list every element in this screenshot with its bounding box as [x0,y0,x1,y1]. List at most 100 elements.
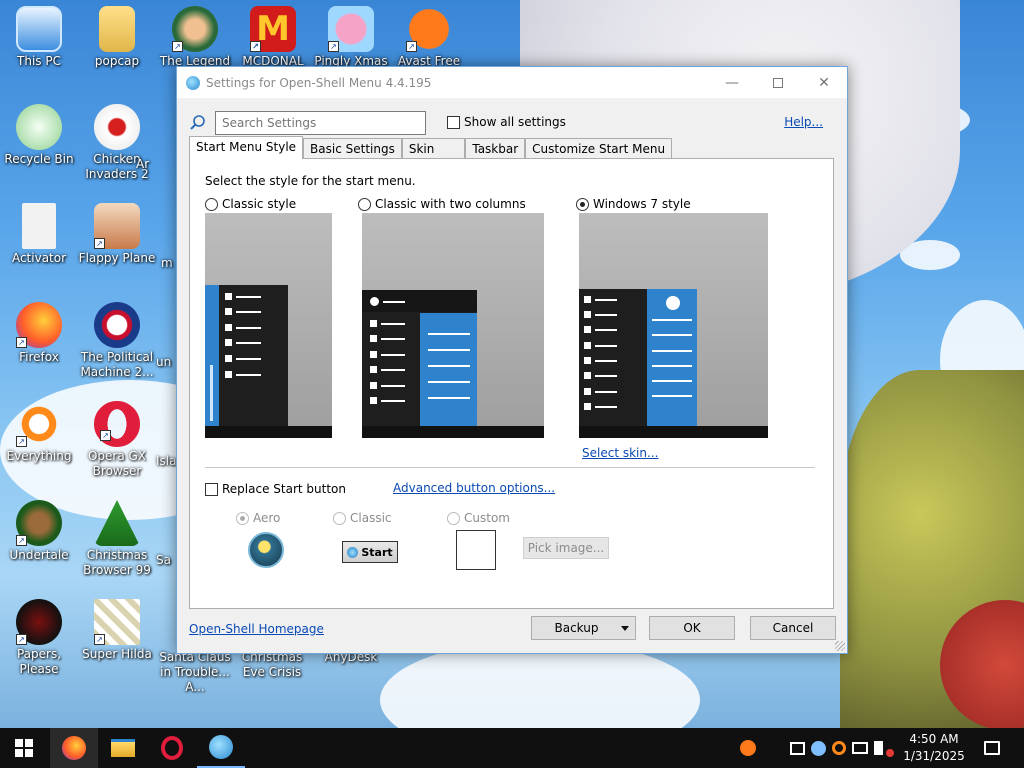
taskbar-open-shell[interactable] [197,728,245,768]
security-tray-icon[interactable] [790,741,805,755]
avast-tray-icon[interactable] [740,740,756,756]
classic-button-option[interactable]: Classic [333,511,392,525]
preview-item-bullet [584,326,591,333]
desktop-icon-recycle-bin[interactable]: Recycle Bin [0,104,79,167]
open-shell-homepage-link[interactable]: Open-Shell Homepage [189,622,324,636]
desktop-icon-the-legend[interactable]: ↗ The Legend [155,6,235,69]
volume-muted-icon[interactable] [874,741,894,757]
desktop-icon-popcap[interactable]: popcap [77,6,157,69]
settings-toolbar: Show all settings Help... [187,111,837,135]
preview-item-line [595,391,617,393]
flappy-plane-icon: ↗ [94,203,140,249]
ok-button[interactable]: OK [649,616,735,640]
windows7-style-preview[interactable] [579,213,768,438]
desktop-icon-avast[interactable]: ↗ Avast Free [389,6,469,69]
desktop-icon-firefox[interactable]: ↗ Firefox [0,302,79,365]
classic-button-radio[interactable] [333,511,346,525]
close-button[interactable]: ✕ [801,67,847,98]
taskbar-opera[interactable] [148,728,196,768]
preview-user-icon [666,296,680,310]
tab-skin[interactable]: Skin [401,138,466,159]
classic-style-preview[interactable] [205,213,332,438]
tab-customize-start-menu[interactable]: Customize Start Menu [525,138,673,159]
tab-basic-settings[interactable]: Basic Settings [303,138,402,159]
tab-start-menu-style[interactable]: Start Menu Style [189,136,304,159]
desktop-icon-everything[interactable]: ↗ Everything [0,401,79,464]
classic-style-radio[interactable] [205,197,218,211]
preview-item-line [383,301,405,303]
search-settings-input[interactable] [215,111,426,135]
desktop-icon-super-hilda[interactable]: ↗ Super Hilda [77,599,157,662]
aero-button-option[interactable]: Aero [236,511,280,525]
tab-taskbar[interactable]: Taskbar [465,138,526,159]
preview-item-bullet [225,371,232,378]
preview-item-bullet [370,320,377,327]
windows-logo-icon [15,739,33,757]
aero-button-radio[interactable] [236,511,249,525]
desktop-icon-papers-please[interactable]: ↗ Papers, Please [0,599,79,677]
desktop-icon-undertale[interactable]: ↗ Undertale [0,500,79,563]
classic-style-option[interactable]: Classic style [205,197,296,211]
preview-item-line [595,406,617,408]
preview-item-line [428,365,470,367]
desktop-icon-christmas-eve-crisis[interactable]: Christmas Eve Crisis [232,650,312,680]
desktop-icon-political-machine[interactable]: The Political Machine 2... [77,302,157,380]
desktop-icon-opera-gx[interactable]: ↗ Opera GX Browser [77,401,157,479]
preview-item-bullet [370,397,377,404]
windows7-style-radio[interactable] [576,197,589,211]
custom-button-option[interactable]: Custom [447,511,510,525]
preview-item-bullet [584,388,591,395]
preview-item-line [381,323,405,325]
notifications-button[interactable] [968,728,1016,768]
tray-icons [790,728,894,768]
show-all-settings-checkbox[interactable] [447,115,460,129]
network-tray-icon[interactable] [852,742,868,754]
desktop-icon-christmas-browser[interactable]: Christmas Browser 99 [77,500,157,578]
preview-item-line [595,345,617,347]
preview-item-line [595,360,617,362]
desktop-icon-flappy-plane[interactable]: ↗ Flappy Plane [77,203,157,266]
preview-item-line [652,319,692,321]
select-skin-link[interactable]: Select skin... [582,446,658,460]
computer-icon [16,6,62,52]
preview-item-bullet [370,351,377,358]
classic-two-columns-option[interactable]: Classic with two columns [358,197,526,211]
desktop-icon-pingly-xmas[interactable]: ↗ Pingly Xmas [311,6,391,69]
classic-two-columns-preview[interactable] [362,213,544,438]
muted-badge [886,749,894,757]
minimize-button[interactable]: — [709,67,755,98]
replace-start-button-checkbox[interactable] [205,482,218,496]
windows7-style-option[interactable]: Windows 7 style [576,197,691,211]
taskbar-file-explorer[interactable] [99,728,147,768]
start-button[interactable] [0,728,48,768]
preview-item-line [652,334,692,336]
desktop-icon-santa-claus[interactable]: Santa Claus in Trouble... A... [155,650,235,695]
classic-button-label: Classic [350,511,392,525]
preview-item-line [236,358,261,360]
start-menu-style-panel: Select the style for the start menu. Cla… [189,158,834,609]
preview-item-line [236,342,261,344]
cancel-button[interactable]: Cancel [750,616,836,640]
custom-button-radio[interactable] [447,511,460,525]
help-link[interactable]: Help... [784,115,823,129]
search-tray-icon[interactable] [832,741,846,755]
desktop-icon-activator[interactable]: Activator [0,203,79,266]
taskbar-clock[interactable]: 4:50 AM 1/31/2025 [894,731,974,765]
opera-icon [161,736,183,760]
desktop-icon-mcdonalds[interactable]: M ↗ MCDONAL [233,6,313,69]
resize-grip-icon[interactable] [835,641,845,651]
replace-start-button-label: Replace Start button [222,482,346,496]
user-tray-icon[interactable] [811,740,826,756]
show-all-settings-option[interactable]: Show all settings [447,115,566,129]
windows7-style-label: Windows 7 style [593,197,691,211]
desktop-icon-this-pc[interactable]: This PC [0,6,79,69]
replace-start-button-option[interactable]: Replace Start button [205,482,346,496]
maximize-button[interactable] [755,67,801,98]
pick-image-button[interactable]: Pick image... [523,537,609,559]
papers-please-icon: ↗ [16,599,62,645]
classic-two-columns-radio[interactable] [358,197,371,211]
advanced-button-options-link[interactable]: Advanced button options... [393,481,555,495]
title-bar[interactable]: Settings for Open-Shell Menu 4.4.195 — ✕ [177,67,847,98]
taskbar-firefox[interactable] [50,728,98,768]
backup-button[interactable]: Backup [531,616,636,640]
